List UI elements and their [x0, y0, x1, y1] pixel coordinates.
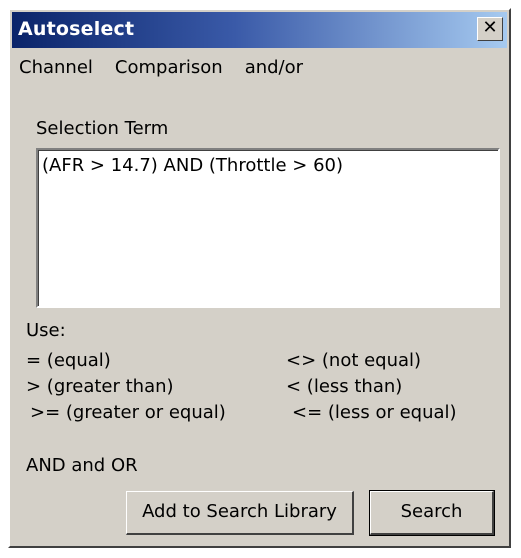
help-equal: = (equal)	[26, 350, 111, 371]
help-greater: > (greater than)	[26, 376, 174, 397]
menu-comparison[interactable]: Comparison	[108, 55, 230, 80]
and-or-help: AND and OR	[26, 455, 138, 476]
help-greater-equal: >= (greater or equal)	[30, 402, 226, 423]
menu-and-or[interactable]: and/or	[238, 55, 310, 80]
close-button[interactable]: ✕	[477, 17, 503, 41]
use-label: Use:	[26, 320, 66, 341]
add-to-search-library-button[interactable]: Add to Search Library	[126, 491, 354, 535]
close-icon: ✕	[482, 17, 498, 38]
help-less-equal: <= (less or equal)	[292, 402, 457, 423]
menu-channel[interactable]: Channel	[12, 55, 100, 80]
selection-term-input[interactable]: (AFR > 14.7) AND (Throttle > 60)	[36, 148, 500, 308]
autoselect-dialog: Autoselect ✕ Channel Comparison and/or S…	[8, 8, 511, 548]
help-less: < (less than)	[286, 376, 403, 397]
help-not-equal: <> (not equal)	[286, 350, 422, 371]
window-title: Autoselect	[18, 18, 135, 40]
selection-term-label: Selection Term	[36, 118, 169, 139]
search-button[interactable]: Search	[369, 490, 495, 536]
title-bar[interactable]: Autoselect ✕	[12, 12, 507, 48]
menu-bar: Channel Comparison and/or	[12, 52, 507, 82]
